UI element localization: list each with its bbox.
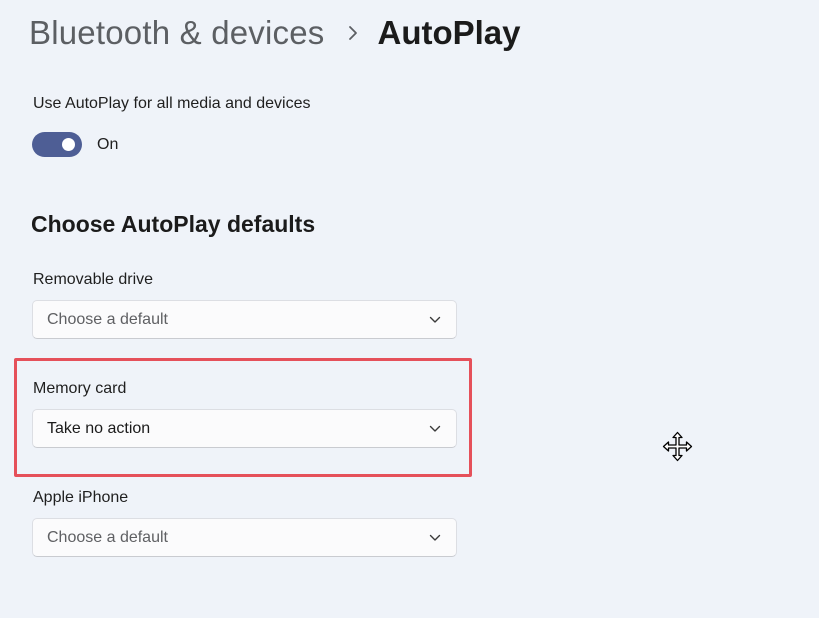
removable-drive-label: Removable drive — [33, 271, 154, 288]
autoplay-toggle-row: On — [32, 132, 118, 157]
apple-iphone-dropdown[interactable]: Choose a default — [32, 518, 457, 557]
toggle-state-label: On — [97, 135, 119, 153]
chevron-down-icon — [429, 316, 441, 324]
breadcrumb-parent-link[interactable]: Bluetooth & devices — [29, 14, 324, 52]
apple-iphone-value: Choose a default — [47, 528, 168, 546]
toggle-knob — [62, 138, 75, 151]
autoplay-toggle[interactable] — [32, 132, 82, 157]
apple-iphone-label: Apple iPhone — [33, 489, 129, 506]
section-title: Choose AutoPlay defaults — [31, 211, 316, 237]
autoplay-master-label: Use AutoPlay for all media and devices — [33, 95, 311, 112]
autoplay-settings-page: Bluetooth & devices AutoPlay Use AutoPla… — [0, 0, 819, 618]
chevron-down-icon — [429, 534, 441, 542]
page-title: AutoPlay — [377, 14, 521, 51]
removable-drive-value: Choose a default — [47, 310, 168, 328]
chevron-right-icon — [348, 25, 358, 41]
breadcrumb: Bluetooth & devices AutoPlay — [29, 14, 521, 52]
memory-card-highlight-box — [14, 358, 472, 477]
removable-drive-dropdown[interactable]: Choose a default — [32, 300, 457, 339]
move-cursor-icon — [662, 431, 693, 467]
